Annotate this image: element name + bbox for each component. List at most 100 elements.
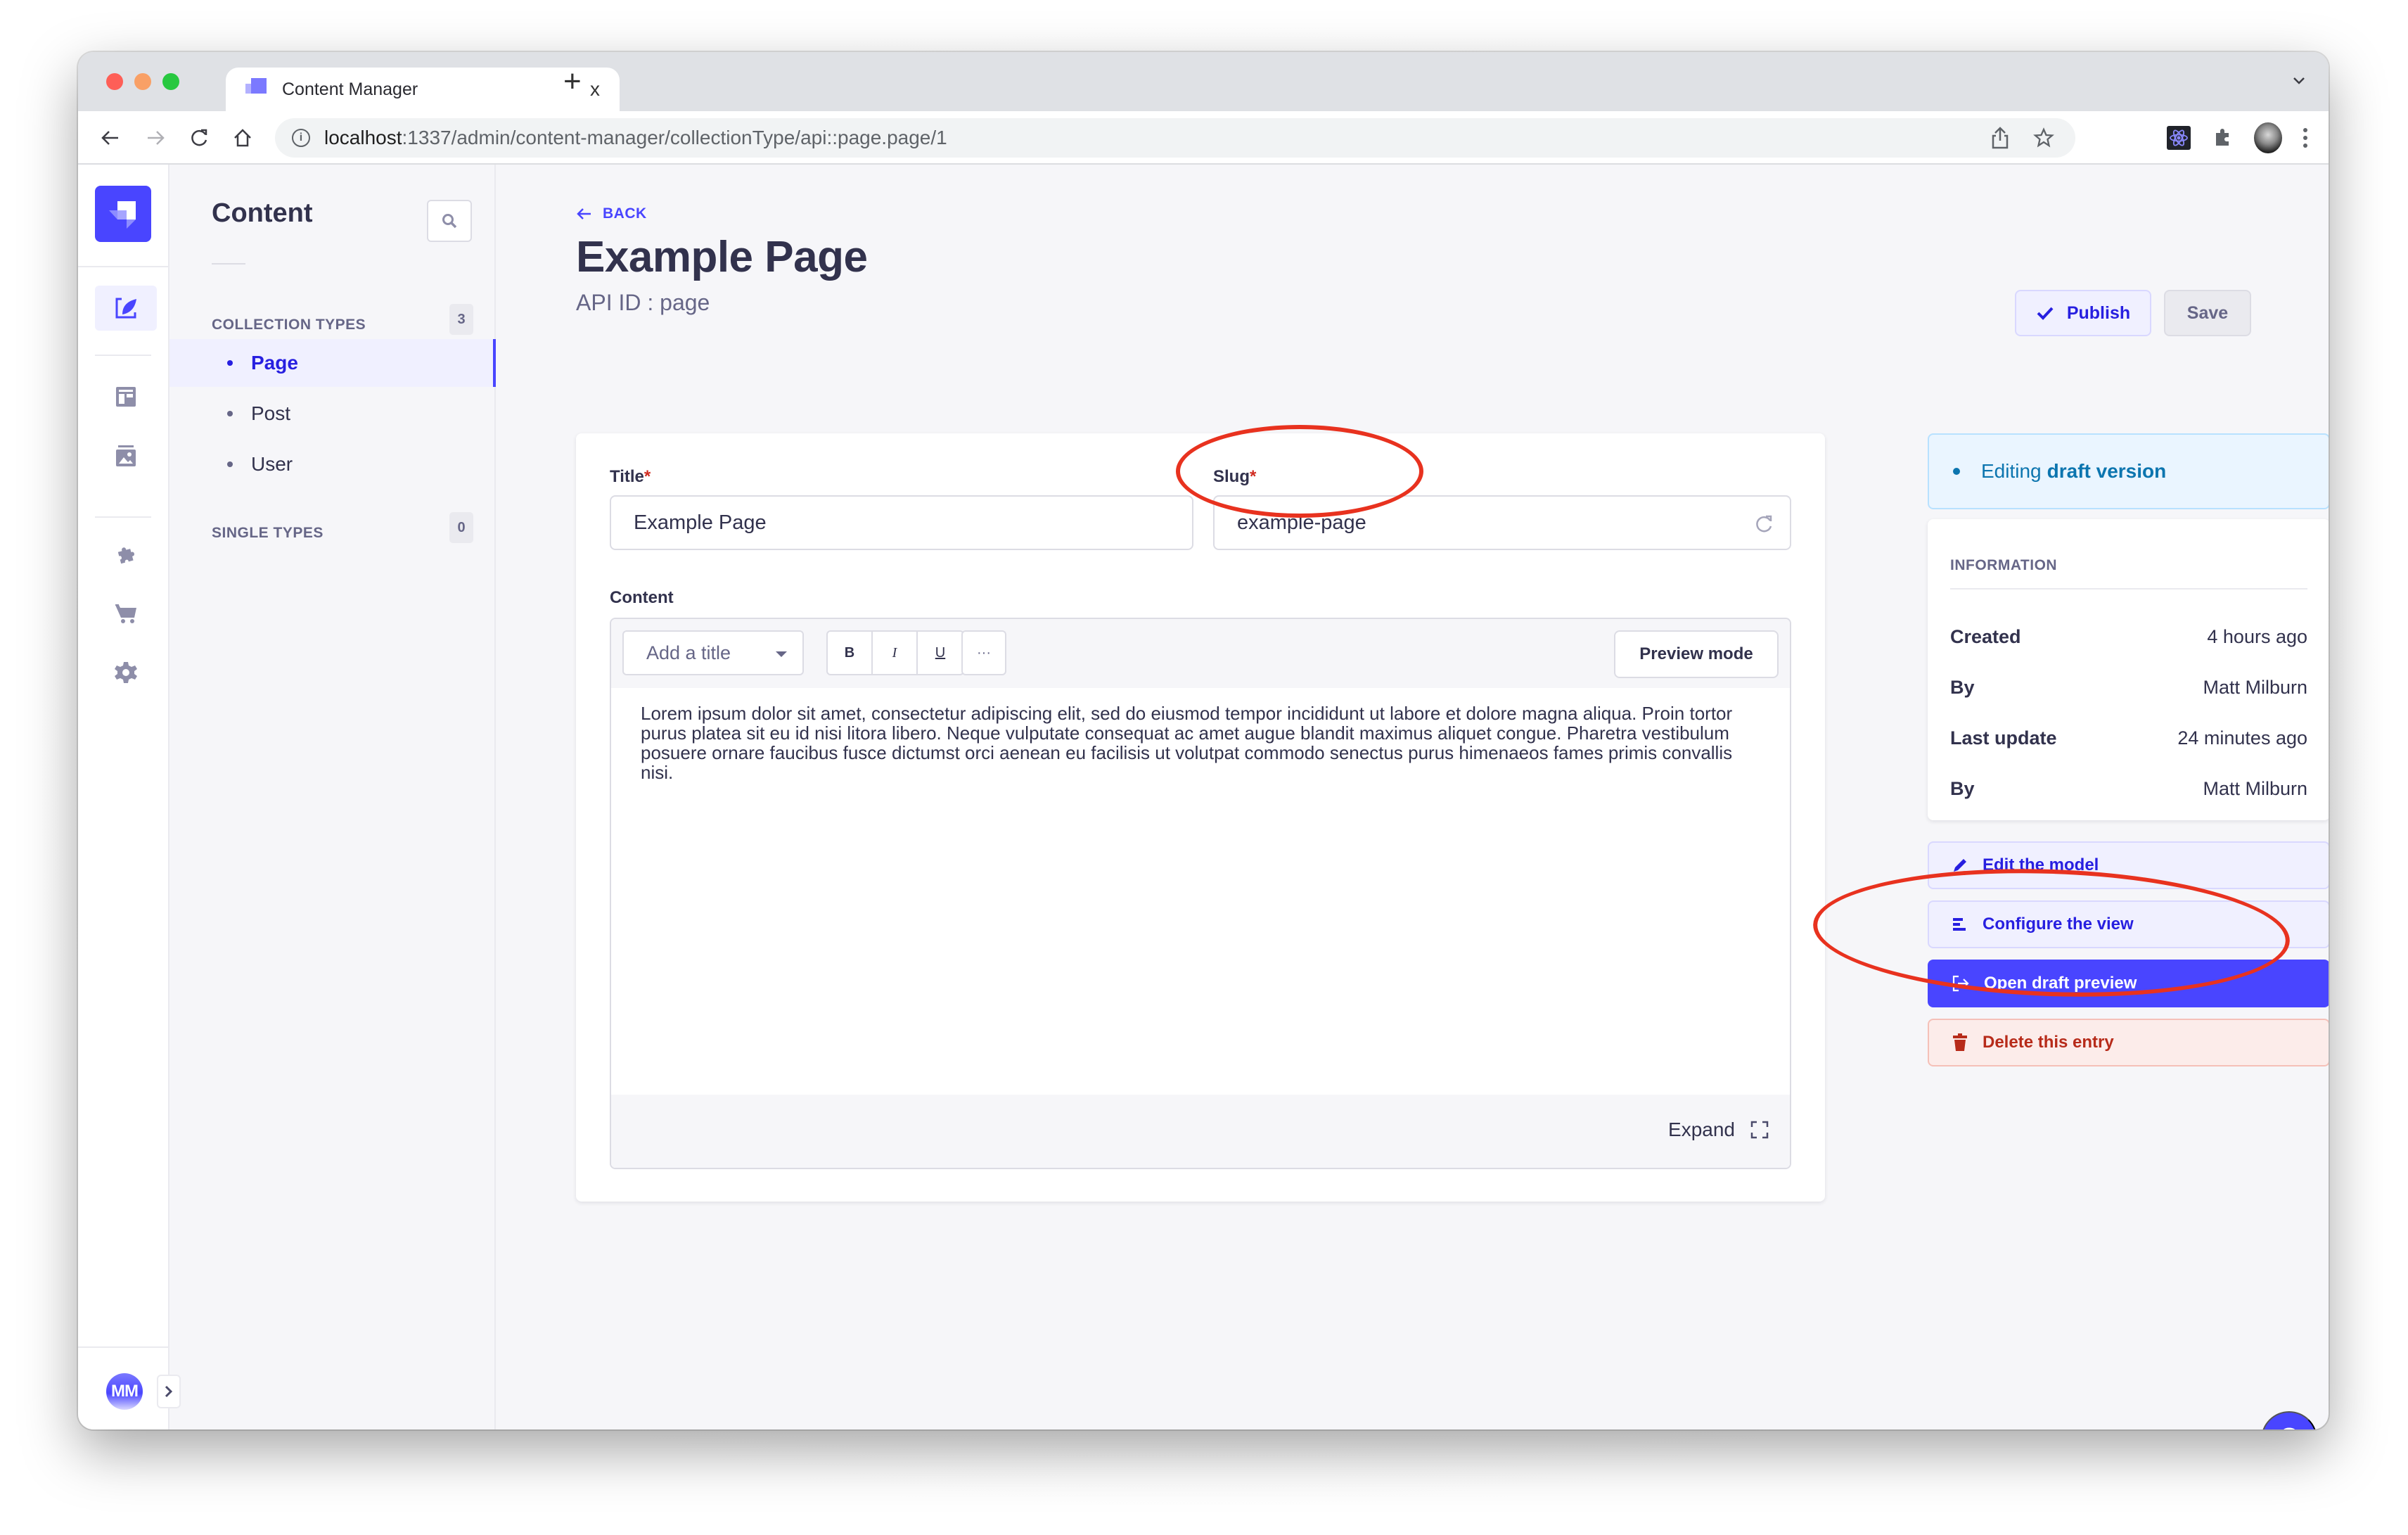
tab-close-icon[interactable]: x (590, 78, 600, 101)
required-mark: * (1250, 467, 1257, 486)
edit-model-button[interactable]: Edit the model (1928, 841, 2329, 889)
rail-item-content-manager[interactable] (95, 286, 157, 331)
heading-select-value: Add a title (646, 642, 731, 663)
info-value: Matt Milburn (2203, 677, 2307, 698)
list-icon (1953, 918, 1966, 931)
reload-icon[interactable] (185, 124, 213, 152)
back-label: BACK (603, 205, 647, 222)
bullet-icon (227, 411, 233, 416)
rich-text-editor: Add a title B I U ··· Preview mode Lorem… (610, 618, 1791, 1169)
page-title: Example Page (576, 233, 868, 281)
maximize-window-button[interactable] (162, 73, 179, 90)
tab-title: Content Manager (282, 79, 418, 99)
react-devtools-icon[interactable] (2167, 126, 2191, 150)
strapi-favicon-icon (245, 78, 267, 101)
home-icon[interactable] (229, 124, 257, 152)
info-key: By (1950, 778, 1975, 799)
tab-search-chevron-icon[interactable] (2292, 73, 2306, 87)
back-nav-icon[interactable] (96, 124, 124, 152)
close-window-button[interactable] (106, 73, 123, 90)
search-icon (442, 214, 457, 229)
information-divider (1950, 588, 2307, 590)
subnav-item-post[interactable]: Post (169, 390, 496, 438)
expand-nav-button[interactable] (157, 1375, 181, 1408)
information-title: INFORMATION (1950, 557, 2058, 573)
slug-label: Slug* (1213, 467, 1256, 487)
forward-nav-icon[interactable] (141, 124, 169, 152)
underline-button[interactable]: U (918, 632, 963, 674)
url-bar[interactable]: i localhost:1337/admin/content-manager/c… (275, 118, 2075, 158)
rail-item-plugins[interactable] (95, 532, 157, 577)
content-type-builder-icon (116, 387, 136, 407)
rail-item-settings[interactable] (95, 650, 157, 695)
configure-view-button[interactable]: Configure the view (1928, 900, 2329, 948)
status-dot-icon (1953, 468, 1960, 475)
expand-button[interactable]: Expand (1668, 1119, 1769, 1141)
subnav-search-button[interactable] (427, 200, 472, 242)
italic-button[interactable]: I (873, 632, 918, 674)
action-label: Open draft preview (1984, 974, 2137, 993)
rail-divider (78, 1346, 169, 1348)
url-host: localhost (324, 127, 402, 148)
save-button[interactable]: Save (2164, 290, 2251, 336)
slug-input[interactable]: example-page (1213, 495, 1791, 550)
url-path: :1337/admin/content-manager/collectionTy… (402, 127, 947, 148)
bookmark-star-icon[interactable] (2033, 127, 2054, 148)
editor-toolbar: Add a title B I U ··· Preview mode (611, 619, 1790, 688)
form-card: Title* Example Page Slug* example-page C… (576, 433, 1825, 1202)
editor-textarea[interactable]: Lorem ipsum dolor sit amet, consectetur … (641, 703, 1769, 782)
format-button-group: B I U (826, 630, 964, 675)
rail-divider (78, 266, 169, 267)
title-input[interactable]: Example Page (610, 495, 1193, 550)
pencil-icon (1954, 859, 1966, 872)
back-link[interactable]: BACK (576, 205, 647, 222)
strapi-logo-icon[interactable] (95, 186, 151, 242)
bold-button[interactable]: B (828, 632, 873, 674)
rail-item-content-type-builder[interactable] (95, 374, 157, 419)
action-label: Edit the model (1983, 855, 2099, 874)
required-mark: * (643, 467, 651, 486)
title-label: Title* (610, 467, 651, 487)
subnav-item-page[interactable]: Page (169, 339, 496, 387)
more-options-button[interactable]: ··· (961, 630, 1006, 675)
delete-entry-button[interactable]: Delete this entry (1928, 1019, 2329, 1066)
collection-types-label: Collection Types (212, 317, 366, 333)
site-info-icon[interactable]: i (292, 129, 310, 147)
rail-divider (95, 516, 151, 518)
rail-item-media-library[interactable] (95, 433, 157, 478)
address-bar-row: i localhost:1337/admin/content-manager/c… (78, 111, 2329, 165)
expand-icon (1750, 1121, 1769, 1139)
arrow-left-icon (577, 208, 591, 219)
minimize-window-button[interactable] (134, 73, 151, 90)
profile-avatar[interactable] (2254, 122, 2282, 153)
plugins-icon (117, 547, 134, 564)
check-icon (2037, 307, 2054, 320)
strapi-admin: MM Content Collection Types 3 Page Post (78, 165, 2329, 1429)
media-library-icon (116, 445, 136, 466)
url-text[interactable]: localhost:1337/admin/content-manager/col… (324, 127, 947, 149)
slug-label-text: Slug (1213, 467, 1250, 486)
browser-menu-icon[interactable] (2303, 128, 2307, 148)
extensions-area (2167, 111, 2329, 165)
trash-icon (1953, 1033, 1967, 1051)
extensions-puzzle-icon[interactable] (2212, 127, 2233, 148)
info-row-created-by: By Matt Milburn (1950, 677, 2307, 699)
share-icon[interactable] (1991, 127, 2009, 149)
heading-select[interactable]: Add a title (622, 630, 804, 675)
new-tab-button[interactable]: + (563, 66, 582, 97)
subnav-item-user[interactable]: User (169, 440, 496, 488)
content-subnav: Content Collection Types 3 Page Post Use… (169, 165, 496, 1429)
info-row-last-update: Last update 24 minutes ago (1950, 727, 2307, 749)
subnav-divider (212, 263, 245, 265)
browser-tab[interactable]: Content Manager x (226, 68, 620, 111)
preview-mode-button[interactable]: Preview mode (1614, 630, 1779, 678)
publish-label: Publish (2066, 302, 2131, 323)
open-draft-preview-button[interactable]: Open draft preview (1928, 960, 2329, 1007)
chevron-right-icon (165, 1385, 173, 1398)
rail-item-marketplace[interactable] (95, 591, 157, 636)
user-avatar[interactable]: MM (106, 1373, 143, 1410)
regenerate-icon[interactable] (1753, 514, 1774, 535)
subnav-item-label: Post (251, 402, 291, 424)
publish-button[interactable]: Publish (2015, 290, 2151, 336)
main-nav-rail: MM (78, 165, 181, 1429)
